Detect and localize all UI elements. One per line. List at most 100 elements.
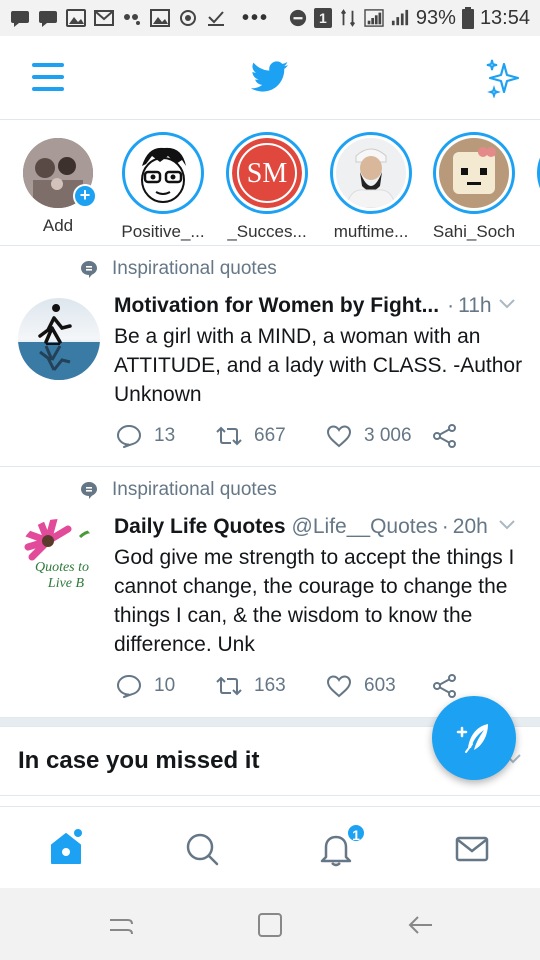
fleet-avatar bbox=[336, 138, 406, 208]
twitter-bird-icon bbox=[251, 61, 289, 92]
bottom-nav: 1 bbox=[0, 806, 540, 888]
fleet-add[interactable]: + Add bbox=[6, 132, 110, 236]
fleet-item[interactable]: Sahi_Soch bbox=[422, 132, 526, 242]
home-button-icon[interactable] bbox=[255, 910, 285, 940]
reply-icon bbox=[117, 675, 141, 698]
signal-icon bbox=[364, 9, 384, 27]
topic-icon bbox=[81, 482, 97, 499]
fleet-item[interactable]: Positive_... bbox=[111, 132, 215, 242]
chevron-down-icon[interactable] bbox=[498, 519, 516, 531]
tweet-header: Daily Life Quotes @Life__Quotes · 20h bbox=[114, 515, 526, 539]
hamburger-icon[interactable] bbox=[32, 63, 64, 93]
battery-icon bbox=[461, 7, 474, 29]
chevron-down-icon[interactable] bbox=[498, 298, 516, 310]
tweet-body: Daily Life Quotes @Life__Quotes · 20h Go… bbox=[114, 515, 526, 659]
fleet-label: _Succes... bbox=[227, 222, 307, 241]
add-fleet-plus-icon: + bbox=[73, 184, 97, 208]
message-icon bbox=[11, 11, 29, 27]
retweet-count: 163 bbox=[254, 675, 286, 696]
like-button[interactable]: 603 bbox=[326, 674, 432, 698]
avatar-text-line1: Quotes to bbox=[35, 560, 89, 575]
share-button[interactable] bbox=[432, 674, 458, 698]
tweet-author-name[interactable]: Daily Life Quotes bbox=[114, 515, 286, 539]
home-icon[interactable] bbox=[46, 829, 86, 869]
tweet-context: Inspirational quotes bbox=[80, 258, 277, 280]
retweet-button[interactable]: 667 bbox=[216, 424, 326, 448]
compose-feather-icon bbox=[456, 724, 488, 753]
status-left: ••• bbox=[10, 7, 277, 30]
do-not-disturb-icon bbox=[289, 9, 307, 27]
messages-envelope-icon[interactable] bbox=[452, 829, 492, 869]
download-check-icon bbox=[208, 11, 224, 26]
gmail-icon bbox=[94, 10, 114, 26]
reply-button[interactable]: 13 bbox=[116, 424, 216, 448]
retweet-count: 667 bbox=[254, 425, 286, 446]
tweet-time: 11h bbox=[458, 294, 492, 317]
like-button[interactable]: 3 006 bbox=[326, 424, 432, 448]
battery-percent: 93% bbox=[415, 6, 456, 29]
context-label: Inspirational quotes bbox=[112, 479, 277, 500]
fleet-initials: SM bbox=[247, 158, 288, 189]
retweet-button[interactable]: 163 bbox=[216, 674, 326, 698]
tweet-time: 20h bbox=[452, 515, 488, 538]
system-nav-bar bbox=[0, 888, 540, 960]
heart-icon bbox=[326, 425, 352, 448]
fleet-label: Positive_... bbox=[121, 222, 205, 241]
more-notifications-indicator: ••• bbox=[242, 6, 270, 29]
tweet-header: Motivation for Women by Fight... · 11h bbox=[114, 294, 526, 318]
retweet-icon bbox=[216, 676, 242, 696]
fleet-label: Add bbox=[42, 216, 74, 235]
reply-count: 10 bbox=[154, 675, 176, 696]
reply-count: 13 bbox=[154, 425, 176, 446]
status-bar: ••• 1 93% 13:54 bbox=[0, 0, 540, 36]
status-right: 1 93% 13:54 bbox=[288, 7, 530, 30]
fleet-avatar bbox=[439, 138, 509, 208]
back-arrow-icon[interactable] bbox=[406, 910, 436, 940]
compose-tweet-button[interactable] bbox=[432, 696, 516, 780]
tweet-avatar[interactable]: Quotes to Live B bbox=[18, 519, 100, 601]
top-nav bbox=[0, 36, 540, 120]
avatar-text-line2: Live B bbox=[47, 576, 85, 591]
tweet-avatar[interactable] bbox=[18, 298, 100, 380]
tweet-actions: 13 667 3 006 bbox=[116, 424, 520, 448]
tweet[interactable]: Inspirational quotes Motivation for Wome… bbox=[0, 246, 540, 467]
heart-icon bbox=[326, 675, 352, 698]
share-icon bbox=[433, 674, 456, 698]
fleet-label: Sahi_Soch bbox=[432, 222, 516, 241]
separator-dot: · bbox=[441, 515, 449, 538]
tweet-text: Be a girl with a MIND, a woman with an A… bbox=[114, 325, 523, 406]
recent-apps-icon[interactable] bbox=[106, 910, 136, 940]
tweet-author-name[interactable]: Motivation for Women by Fight... bbox=[114, 294, 439, 318]
tweet-author-handle[interactable]: @Life__Quotes bbox=[292, 515, 438, 539]
photo-icon bbox=[66, 9, 86, 27]
fleet-avatar bbox=[128, 138, 198, 208]
sparkle-icon[interactable] bbox=[484, 58, 524, 98]
like-count: 3 006 bbox=[364, 425, 412, 446]
context-label: Inspirational quotes bbox=[112, 258, 277, 279]
voicemail-icon bbox=[124, 14, 140, 25]
reply-button[interactable]: 10 bbox=[116, 674, 216, 698]
fleet-item[interactable]: SM _Succes... bbox=[215, 132, 319, 242]
icymi-title: In case you missed it bbox=[18, 747, 260, 774]
signal-icon-2 bbox=[391, 9, 409, 26]
fleet-label: muftime... bbox=[333, 222, 409, 241]
user-avatar: + bbox=[23, 138, 97, 208]
fleet-item[interactable]: muftime... bbox=[319, 132, 423, 242]
settings-icon bbox=[180, 10, 196, 26]
tweet-text: God give me strength to accept the thing… bbox=[114, 546, 515, 656]
fleet-avatar: SM bbox=[232, 138, 302, 208]
tweet[interactable]: Inspirational quotes Quotes to Live B Da… bbox=[0, 467, 540, 718]
share-icon bbox=[433, 424, 456, 448]
tweet-actions: 10 163 603 bbox=[116, 674, 520, 698]
tweet-context: Inspirational quotes bbox=[80, 479, 277, 501]
gallery-icon bbox=[150, 9, 170, 27]
notification-badge: 1 bbox=[346, 823, 366, 843]
clock: 13:54 bbox=[479, 6, 530, 29]
topic-icon bbox=[81, 261, 97, 278]
fleets-bar: + Add Positive_... SM _Succes... muftime… bbox=[0, 120, 540, 246]
search-icon[interactable] bbox=[182, 829, 222, 869]
tweet-body: Motivation for Women by Fight... · 11h B… bbox=[114, 294, 526, 409]
reply-icon bbox=[117, 425, 141, 448]
fleet-item-partial[interactable] bbox=[526, 132, 540, 214]
share-button[interactable] bbox=[432, 424, 458, 448]
